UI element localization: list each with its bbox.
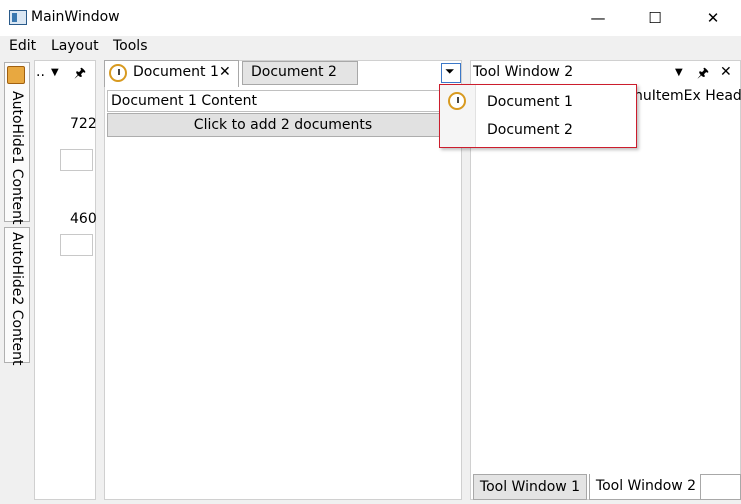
autohide-tab-1[interactable]: AutoHide1 Content — [4, 62, 30, 225]
tab-document-2-label: Document 2 — [251, 64, 337, 80]
tool-window-menu-icon[interactable]: ▼ — [675, 67, 683, 78]
close-button[interactable]: ✕ — [690, 0, 736, 36]
tab-document-1-label: Document 1 — [133, 64, 219, 80]
left-pane-input-1[interactable] — [60, 149, 93, 171]
maximize-button[interactable]: ☐ — [632, 0, 678, 36]
autohide-tab-2-label: AutoHide2 Content — [9, 232, 25, 366]
tab-tool-window-1[interactable]: Tool Window 1 — [473, 474, 587, 500]
left-pane-value-1: 722 — [70, 116, 97, 132]
tool-window-title: Tool Window 2 — [473, 64, 574, 80]
minimize-icon: — — [590, 9, 606, 27]
autohide-tab-1-label: AutoHide1 Content — [9, 91, 25, 225]
app-icon — [9, 10, 27, 25]
tab-close-icon[interactable]: ✕ — [219, 64, 231, 80]
menu-tools[interactable]: Tools — [113, 38, 148, 54]
tab-strip-overflow — [700, 474, 741, 500]
left-pane-pin-icon[interactable]: 🖈 — [74, 64, 86, 86]
tab-tool-window-2[interactable]: Tool Window 2 — [589, 474, 703, 500]
menu-item-document-2[interactable]: Document 2 — [487, 122, 573, 138]
tool-window-content-text: nuItemEx Heade — [634, 88, 741, 104]
left-pane-title: .. — [36, 64, 45, 80]
autohide-image-icon — [7, 66, 25, 84]
alarm-clock-icon — [109, 64, 127, 82]
maximize-icon: ☐ — [648, 9, 662, 27]
tab-document-1[interactable]: Document 1 ✕ — [104, 60, 239, 87]
menu-bar — [0, 36, 741, 58]
menu-layout[interactable]: Layout — [51, 38, 99, 54]
menu-edit[interactable]: Edit — [9, 38, 36, 54]
tool-window-close-icon[interactable]: ✕ — [720, 64, 732, 80]
close-icon: ✕ — [706, 9, 720, 27]
minimize-button[interactable]: — — [575, 0, 621, 36]
alarm-clock-icon — [448, 92, 466, 110]
document-list-dropdown-button[interactable]: ⏷ — [441, 63, 461, 83]
document-list-menu: Document 1 Document 2 — [439, 84, 637, 148]
document-content-text: Document 1 Content — [111, 93, 258, 109]
left-pane-menu-icon[interactable]: ▼ — [51, 67, 59, 78]
autohide-tab-2[interactable]: AutoHide2 Content — [4, 227, 30, 366]
tool-window-pin-icon[interactable]: 🖈 — [697, 64, 709, 86]
left-pane-input-2[interactable] — [60, 234, 93, 256]
document-content[interactable]: Document 1 Content — [107, 90, 459, 112]
dropdown-arrow-icon: ⏷ — [445, 64, 455, 78]
add-documents-button[interactable]: Click to add 2 documents — [107, 113, 459, 137]
menu-item-document-1[interactable]: Document 1 — [487, 94, 573, 110]
tab-document-2[interactable]: Document 2 — [242, 61, 358, 85]
left-pane-value-2: 460 — [70, 211, 97, 227]
window-title: MainWindow — [31, 9, 120, 25]
